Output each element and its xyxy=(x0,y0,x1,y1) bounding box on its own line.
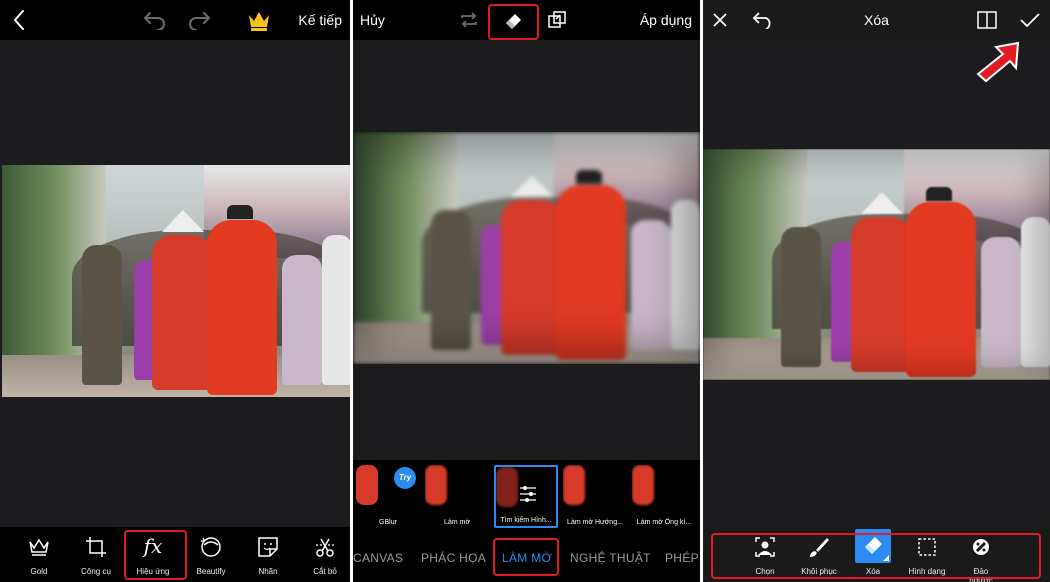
redo-icon[interactable] xyxy=(186,9,212,31)
tool-stickers[interactable]: Nhãn xyxy=(247,527,289,582)
effect-thumb-selected[interactable]: Tìm kiếm Hình... xyxy=(494,465,558,528)
tool-label: Công cụ xyxy=(81,567,111,576)
effect-thumb-gblur[interactable]: Try GBlur xyxy=(356,465,420,528)
highlight-toolbar-box xyxy=(711,533,1041,579)
effects-panel: Hủy Áp dụng Try GBlur Làm mờ Tìm kiếm Hì… xyxy=(353,0,700,582)
editor-main-panel: Kế tiếp Gold Công cụ fx Hiệu ứng Beautif… xyxy=(0,0,350,582)
try-badge: Try xyxy=(394,467,416,489)
photo-canvas[interactable] xyxy=(2,165,350,397)
effect-thumb-blur[interactable]: Làm mờ xyxy=(425,465,489,528)
photo-canvas[interactable] xyxy=(353,132,700,364)
top-bar: Xóa xyxy=(703,0,1050,40)
tool-beautify[interactable]: Beautify xyxy=(189,527,233,582)
photo-canvas[interactable] xyxy=(703,149,1050,380)
check-icon[interactable] xyxy=(1017,9,1043,31)
tool-tools[interactable]: Công cụ xyxy=(75,527,117,582)
undo-icon[interactable] xyxy=(142,9,168,31)
tool-label: Nhãn xyxy=(258,567,278,576)
category-sketch[interactable]: PHÁC HỌA xyxy=(421,540,486,576)
main-toolbar: Gold Công cụ fx Hiệu ứng Beautify Nhãn C… xyxy=(0,527,350,582)
face-icon xyxy=(199,535,223,559)
swap-icon[interactable] xyxy=(457,9,481,31)
thumb-caption: Làm mờ Ống kí... xyxy=(632,518,696,528)
top-bar: Kế tiếp xyxy=(0,0,350,40)
layers-icon[interactable] xyxy=(545,9,569,31)
category-art[interactable]: NGHỆ THUẬT xyxy=(570,540,651,576)
tool-label: Beautify xyxy=(196,567,226,576)
red-arrow-icon xyxy=(973,40,1023,84)
highlight-blur-category-box xyxy=(493,538,559,576)
apply-button[interactable]: Áp dụng xyxy=(640,0,692,40)
category-magic[interactable]: PHÉP xyxy=(665,540,699,576)
crop-icon xyxy=(84,535,108,559)
compare-icon[interactable] xyxy=(975,9,999,31)
cutout-scissors-icon xyxy=(313,535,337,559)
sliders-icon[interactable] xyxy=(516,483,540,505)
cancel-button[interactable]: Hủy xyxy=(360,0,385,40)
thumb-caption: Làm mờ xyxy=(425,518,489,528)
crown-gold-icon[interactable] xyxy=(246,8,272,32)
thumb-caption: GBlur xyxy=(356,518,420,528)
tool-label: Gold xyxy=(30,567,48,576)
sticker-icon xyxy=(256,535,280,559)
thumb-caption: Tìm kiếm Hình... xyxy=(496,516,556,526)
highlight-effects-box xyxy=(124,530,187,580)
effect-thumb-motion-blur[interactable]: Làm mờ Hướng... xyxy=(563,465,627,528)
back-chevron-icon[interactable] xyxy=(8,8,30,32)
category-canvas[interactable]: CANVAS xyxy=(353,540,403,576)
tool-cutout[interactable]: Cắt bỏ xyxy=(304,527,346,582)
tool-label: Cắt bỏ xyxy=(313,567,337,576)
top-bar: Hủy Áp dụng xyxy=(353,0,700,40)
thumb-caption: Làm mờ Hướng... xyxy=(563,518,627,528)
highlight-eraser-box xyxy=(488,4,539,40)
tool-gold[interactable]: Gold xyxy=(18,527,60,582)
effect-thumb-lens-blur[interactable]: Làm mờ Ống kí... xyxy=(632,465,696,528)
erase-toolbar: Chọn Khôi phục Xóa Hình dạng Đảo ngược xyxy=(703,527,1050,582)
erase-panel: Xóa Chọn Khôi phục Xóa Hình dạng Đảo ngư… xyxy=(703,0,1050,582)
next-button[interactable]: Kế tiếp xyxy=(298,0,342,40)
crown-outline-icon xyxy=(27,535,51,559)
